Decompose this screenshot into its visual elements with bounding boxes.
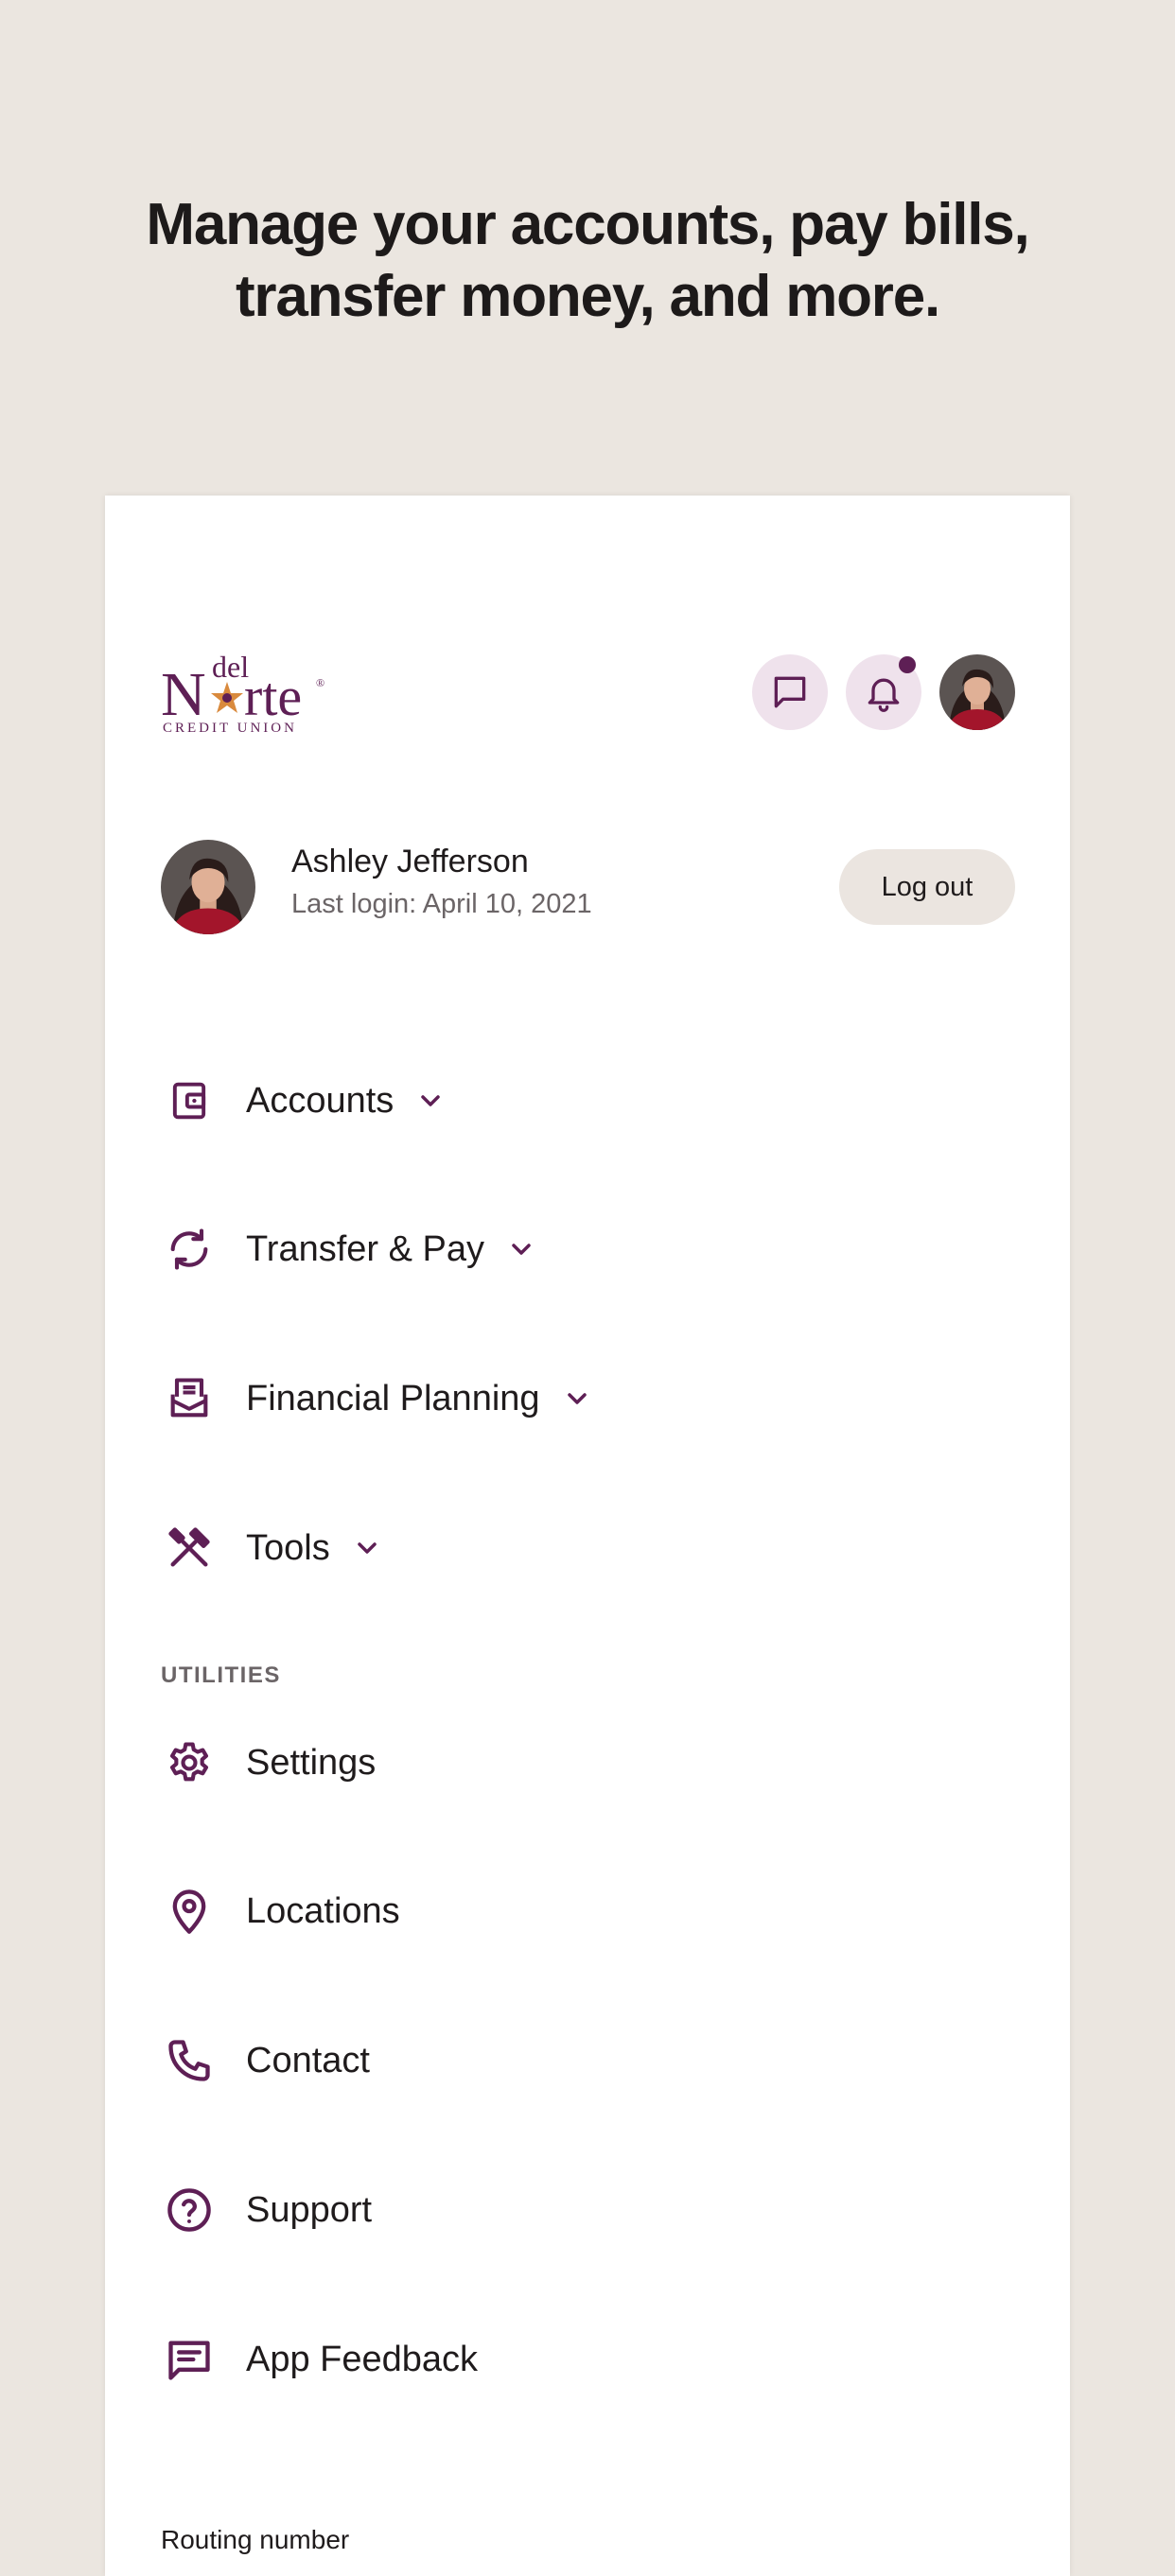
chevron-down-icon[interactable]: [505, 1233, 537, 1265]
user-name: Ashley Jefferson: [291, 844, 529, 879]
svg-text:N: N: [161, 660, 206, 729]
last-login: Last login: April 10, 2021: [291, 889, 592, 919]
gear-icon: [161, 1734, 218, 1791]
notifications-button[interactable]: [846, 654, 921, 730]
phone-icon: [161, 2032, 218, 2089]
nav-label: Accounts: [246, 1080, 395, 1121]
inbox-icon: [161, 1370, 218, 1427]
menu-card: del N rte ® CREDIT UNION Ashley Jefferso…: [105, 496, 1070, 2576]
utility-item-settings[interactable]: Settings: [161, 1725, 376, 1801]
nav-item-accounts[interactable]: Accounts: [161, 1063, 447, 1139]
nav-label: Financial Planning: [246, 1378, 540, 1419]
bell-icon: [868, 678, 900, 712]
utility-item-support[interactable]: Support: [161, 2172, 372, 2248]
svg-text:rte: rte: [244, 666, 302, 727]
utility-label: Locations: [246, 1890, 400, 1931]
utility-label: Settings: [246, 1742, 377, 1783]
utility-label: Contact: [246, 2040, 370, 2080]
utility-label: Support: [246, 2189, 373, 2230]
nav-item-financial-planning[interactable]: Financial Planning: [161, 1361, 593, 1436]
svg-text:®: ®: [316, 676, 324, 689]
messages-button[interactable]: [752, 654, 828, 730]
logout-button[interactable]: Log out: [839, 849, 1015, 925]
nav-item-tools[interactable]: Tools: [161, 1510, 383, 1586]
utilities-section-label: UTILITIES: [161, 1662, 281, 1688]
chevron-down-icon[interactable]: [351, 1532, 383, 1564]
nav-label: Tools: [246, 1527, 330, 1568]
profile-avatar-button[interactable]: [939, 654, 1015, 730]
utility-item-contact[interactable]: Contact: [161, 2023, 370, 2098]
routing-number-label: Routing number: [161, 2525, 350, 2554]
notification-dot: [899, 656, 916, 673]
nav-label: Transfer & Pay: [246, 1228, 485, 1269]
svg-text:CREDIT UNION: CREDIT UNION: [163, 721, 297, 734]
user-avatar: [161, 840, 255, 934]
utility-item-app-feedback[interactable]: App Feedback: [161, 2322, 478, 2397]
chevron-down-icon[interactable]: [414, 1085, 447, 1117]
headline-line-2: transfer money, and more.: [235, 264, 940, 329]
location-pin-icon: [161, 1883, 218, 1940]
message-icon: [774, 676, 806, 708]
del-norte-logo[interactable]: del N rte ® CREDIT UNION: [161, 651, 327, 734]
help-circle-icon: [161, 2182, 218, 2238]
tools-icon: [161, 1520, 218, 1576]
nav-item-transfer-pay[interactable]: Transfer & Pay: [161, 1211, 537, 1287]
refresh-icon: [161, 1221, 218, 1278]
feedback-icon: [161, 2331, 218, 2388]
headline: Manage your accounts, pay bills, transfe…: [0, 189, 1175, 333]
utility-label: App Feedback: [246, 2339, 479, 2379]
wallet-icon: [161, 1072, 218, 1129]
headline-line-1: Manage your accounts, pay bills,: [146, 192, 1029, 257]
utility-item-locations[interactable]: Locations: [161, 1873, 400, 1949]
chevron-down-icon[interactable]: [561, 1383, 593, 1415]
